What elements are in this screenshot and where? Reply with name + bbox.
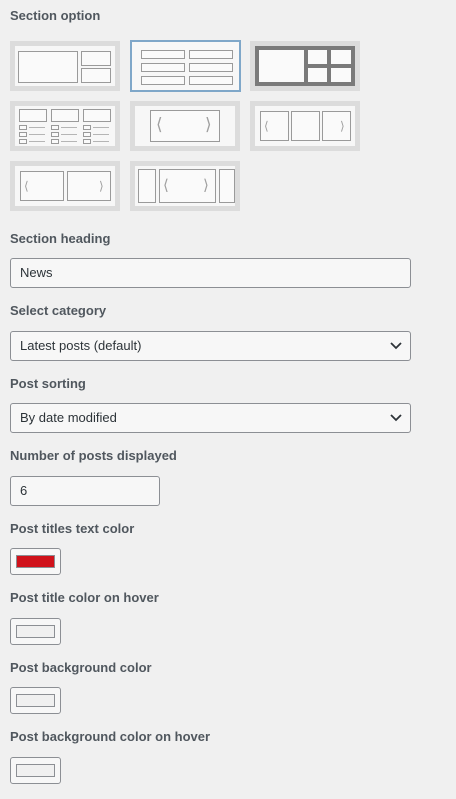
chevron-left-icon: ⟨ xyxy=(24,179,29,193)
title-hover-color-label: Post title color on hover xyxy=(10,590,159,605)
bg-color-label: Post background color xyxy=(10,660,152,675)
chevron-left-icon: ⟨ xyxy=(264,119,269,133)
layout-option-double-slider[interactable]: ⟨ ⟩ xyxy=(10,161,120,211)
layout-option-two-column-list[interactable] xyxy=(130,40,241,92)
layout-option-carousel-with-sides[interactable]: ⟨ ⟩ xyxy=(130,161,240,211)
post-sorting-value: By date modified xyxy=(20,410,117,425)
category-select[interactable]: Latest posts (default) xyxy=(10,331,411,361)
title-text-color-button[interactable] xyxy=(10,548,61,575)
title-text-color-label: Post titles text color xyxy=(10,521,135,536)
category-select-value: Latest posts (default) xyxy=(20,338,142,353)
post-sorting-label: Post sorting xyxy=(10,376,86,391)
posts-displayed-label: Number of posts displayed xyxy=(10,448,177,463)
posts-displayed-input[interactable]: 6 xyxy=(10,476,160,506)
layout-option-three-column-thumbs[interactable] xyxy=(10,101,120,151)
bg-color-button[interactable] xyxy=(10,687,61,714)
layout-option-triple-slider[interactable]: ⟨ ⟩ xyxy=(250,101,360,151)
section-option-label: Section option xyxy=(10,8,101,23)
chevron-left-icon: ⟨ xyxy=(163,176,169,194)
chevron-left-icon: ⟨ xyxy=(156,115,163,135)
posts-displayed-value: 6 xyxy=(20,483,28,498)
title-text-color-swatch xyxy=(16,555,55,568)
title-hover-color-swatch xyxy=(16,625,55,638)
bg-hover-color-swatch xyxy=(16,764,55,777)
bg-hover-color-label: Post background color on hover xyxy=(10,729,211,744)
bg-hover-color-button[interactable] xyxy=(10,757,61,784)
chevron-right-icon: ⟩ xyxy=(340,119,345,133)
chevron-down-icon xyxy=(390,342,402,350)
title-hover-color-button[interactable] xyxy=(10,618,61,645)
section-heading-label: Section heading xyxy=(10,231,111,246)
layout-option-grid-dark[interactable] xyxy=(250,41,360,91)
select-category-label: Select category xyxy=(10,303,107,318)
layout-option-big-left-two-right[interactable] xyxy=(10,41,120,91)
chevron-right-icon: ⟩ xyxy=(203,176,209,194)
layout-option-single-slider[interactable]: ⟨ ⟩ xyxy=(130,101,240,151)
chevron-down-icon xyxy=(390,414,402,422)
post-sorting-select[interactable]: By date modified xyxy=(10,403,411,433)
chevron-right-icon: ⟩ xyxy=(99,179,104,193)
bg-color-swatch xyxy=(16,694,55,707)
section-heading-value: News xyxy=(20,265,53,280)
section-heading-input[interactable]: News xyxy=(10,258,411,288)
chevron-right-icon: ⟩ xyxy=(205,115,212,135)
